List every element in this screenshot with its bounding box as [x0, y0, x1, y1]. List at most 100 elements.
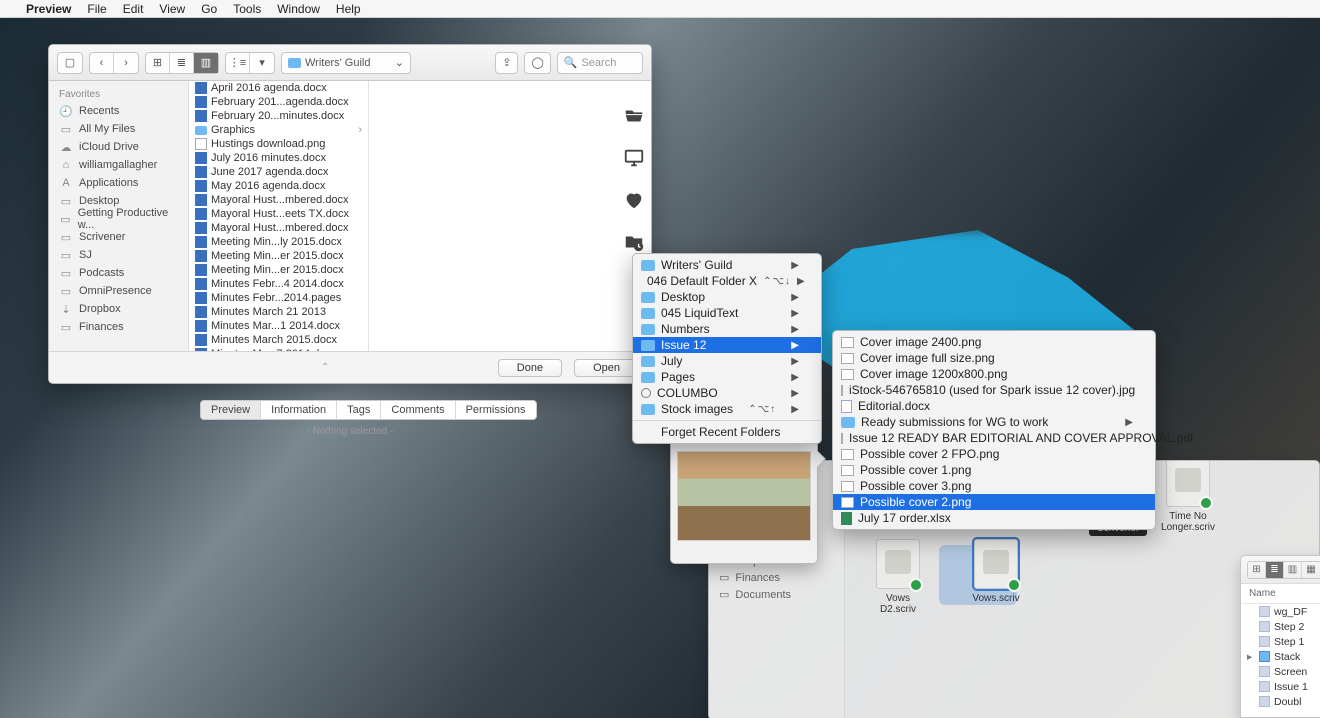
resize-grip-icon[interactable]: ⌃ — [321, 362, 332, 373]
list-row[interactable]: Screen — [1241, 664, 1320, 679]
search-field[interactable]: 🔍 Search — [557, 52, 643, 74]
menu-item[interactable]: July 17 order.xlsx — [833, 510, 1155, 526]
desktop-icon[interactable] — [620, 144, 648, 172]
menu-item[interactable]: Issue 12▶ — [633, 337, 821, 353]
menu-item[interactable]: Issue 12 READY BAR EDITORIAL AND COVER A… — [833, 430, 1155, 446]
sidebar-item[interactable]: ⌂williamgallagher — [49, 156, 188, 174]
file-row[interactable]: Minutes March 21 2013 — [189, 305, 368, 319]
file-row[interactable]: July 2016 minutes.docx — [189, 151, 368, 165]
file-row[interactable]: Meeting Min...ly 2015.docx — [189, 235, 368, 249]
tab-tags[interactable]: Tags — [337, 401, 381, 419]
list-row[interactable]: ▸Stack — [1241, 649, 1320, 664]
file-row[interactable]: Hustings download.png — [189, 137, 368, 151]
sidebar-item[interactable]: ▭All My Files — [49, 120, 188, 138]
menu-item[interactable]: Possible cover 2 FPO.png — [833, 446, 1155, 462]
view-mode-segment-right[interactable]: ⊞≣▥▦ — [1247, 561, 1320, 579]
tab-permissions[interactable]: Permissions — [456, 401, 536, 419]
sidebar-item[interactable]: ▭Getting Productive w... — [49, 210, 188, 228]
recent-folder-icon[interactable] — [620, 228, 648, 256]
file-row[interactable]: Mayoral Hust...mbered.docx — [189, 221, 368, 235]
menu-item[interactable]: Stock images⌃⌥↑▶ — [633, 401, 821, 417]
sidebar-toggle[interactable]: ▢ — [57, 52, 83, 74]
view-mode-segment[interactable]: ⊞ ≣ ▥ — [145, 52, 219, 74]
nav-back-forward[interactable]: ‹› — [89, 52, 139, 74]
menu-file[interactable]: File — [87, 2, 106, 16]
tab-comments[interactable]: Comments — [381, 401, 455, 419]
list-row[interactable]: Issue 1 — [1241, 679, 1320, 694]
list-row[interactable]: wg_DF — [1241, 604, 1320, 619]
menu-item[interactable]: Cover image 2400.png — [833, 334, 1155, 350]
icon-view-icon[interactable]: ⊞ — [146, 53, 170, 73]
file-row[interactable]: May 2016 agenda.docx — [189, 179, 368, 193]
menu-help[interactable]: Help — [336, 2, 361, 16]
location-popup[interactable]: Writers' Guild ⌄ — [281, 52, 411, 74]
file-row[interactable]: Minutes Mar...1 2014.docx — [189, 319, 368, 333]
menu-item[interactable]: 046 Default Folder X⌃⌥↓▶ — [633, 273, 821, 289]
menu-item[interactable]: Cover image 1200x800.png — [833, 366, 1155, 382]
file-row[interactable]: Mayoral Hust...eets TX.docx — [189, 207, 368, 221]
heart-icon[interactable] — [620, 186, 648, 214]
list-row[interactable]: Step 2 — [1241, 619, 1320, 634]
menu-go[interactable]: Go — [201, 2, 217, 16]
menu-item[interactable]: Possible cover 1.png — [833, 462, 1155, 478]
file-row[interactable]: Mayoral Hust...mbered.docx — [189, 193, 368, 207]
list-view-icon[interactable]: ≣ — [170, 53, 194, 73]
file-row[interactable]: Meeting Min...er 2015.docx — [189, 249, 368, 263]
tab-information[interactable]: Information — [261, 401, 337, 419]
sidebar-item[interactable]: ▭OmniPresence — [49, 282, 188, 300]
sidebar-item[interactable]: ▭Podcasts — [49, 264, 188, 282]
menu-item[interactable]: Possible cover 3.png — [833, 478, 1155, 494]
file-row[interactable]: February 20...minutes.docx — [189, 109, 368, 123]
file-row[interactable]: June 2017 agenda.docx — [189, 165, 368, 179]
menu-window[interactable]: Window — [277, 2, 320, 16]
disclosure-icon[interactable]: ▸ — [1247, 651, 1255, 663]
menu-item[interactable]: Possible cover 2.png — [833, 494, 1155, 510]
file-scriv-3[interactable]: Vows.scriv — [967, 539, 1025, 604]
sidebar-item[interactable]: 🕘Recents — [49, 102, 188, 120]
sidebar-item[interactable]: AApplications — [49, 174, 188, 192]
file-row[interactable]: April 2016 agenda.docx — [189, 81, 368, 95]
sidebar-item[interactable]: ▭Finances — [49, 318, 188, 336]
folder-open-icon[interactable] — [620, 102, 648, 130]
file-scriv-1[interactable]: Time No Longer.scriv — [1159, 460, 1217, 533]
sidebar-item[interactable]: ☁iCloud Drive — [49, 138, 188, 156]
menu-item[interactable]: Desktop▶ — [633, 289, 821, 305]
sidebar-item[interactable]: ▭SJ — [49, 246, 188, 264]
group-by[interactable]: ⋮≡▾ — [225, 52, 275, 74]
menu-edit[interactable]: Edit — [123, 2, 144, 16]
menu-view[interactable]: View — [159, 2, 185, 16]
file-row[interactable]: Meeting Min...er 2015.docx — [189, 263, 368, 277]
sidebar-item[interactable]: ▭Finances — [709, 569, 844, 586]
tags-button[interactable]: ◯ — [524, 52, 550, 74]
file-row[interactable]: Graphics› — [189, 123, 368, 137]
menu-item[interactable]: 045 LiquidText▶ — [633, 305, 821, 321]
file-row[interactable]: Minutes March 2015.docx — [189, 333, 368, 347]
menu-item[interactable]: COLUMBO▶ — [633, 385, 821, 401]
sidebar-item[interactable]: ▭Documents — [709, 586, 844, 603]
list-row[interactable]: Doubl — [1241, 694, 1320, 709]
file-row[interactable]: Minutes Febr...4 2014.docx — [189, 277, 368, 291]
file-row[interactable]: February 201...agenda.docx — [189, 95, 368, 109]
menu-item[interactable]: Cover image full size.png — [833, 350, 1155, 366]
share-button[interactable]: ⇪ — [495, 52, 518, 74]
file-scriv-2[interactable]: Vows D2.scriv — [869, 539, 927, 615]
menu-item[interactable]: Pages▶ — [633, 369, 821, 385]
menu-item[interactable]: Writers' Guild▶ — [633, 257, 821, 273]
app-name[interactable]: Preview — [26, 2, 71, 16]
open-button[interactable]: Open — [574, 359, 639, 377]
menu-item[interactable]: Editorial.docx — [833, 398, 1155, 414]
menu-item[interactable]: iStock-546765810 (used for Spark issue 1… — [833, 382, 1155, 398]
file-column[interactable]: April 2016 agenda.docxFebruary 201...age… — [189, 81, 369, 351]
done-button[interactable]: Done — [498, 359, 562, 377]
list-row[interactable]: Step 1 — [1241, 634, 1320, 649]
menu-item[interactable]: Ready submissions for WG to work▶ — [833, 414, 1155, 430]
sidebar-item[interactable]: ⇣Dropbox — [49, 300, 188, 318]
column-header-name[interactable]: Name — [1241, 584, 1320, 604]
menu-item[interactable]: Numbers▶ — [633, 321, 821, 337]
menu-tools[interactable]: Tools — [233, 2, 261, 16]
file-row[interactable]: Minutes Febr...2014.pages — [189, 291, 368, 305]
tab-preview[interactable]: Preview — [201, 401, 261, 419]
menu-item[interactable]: July▶ — [633, 353, 821, 369]
menu-item-forget[interactable]: Forget Recent Folders — [633, 424, 821, 440]
column-view-icon[interactable]: ▥ — [194, 53, 218, 73]
